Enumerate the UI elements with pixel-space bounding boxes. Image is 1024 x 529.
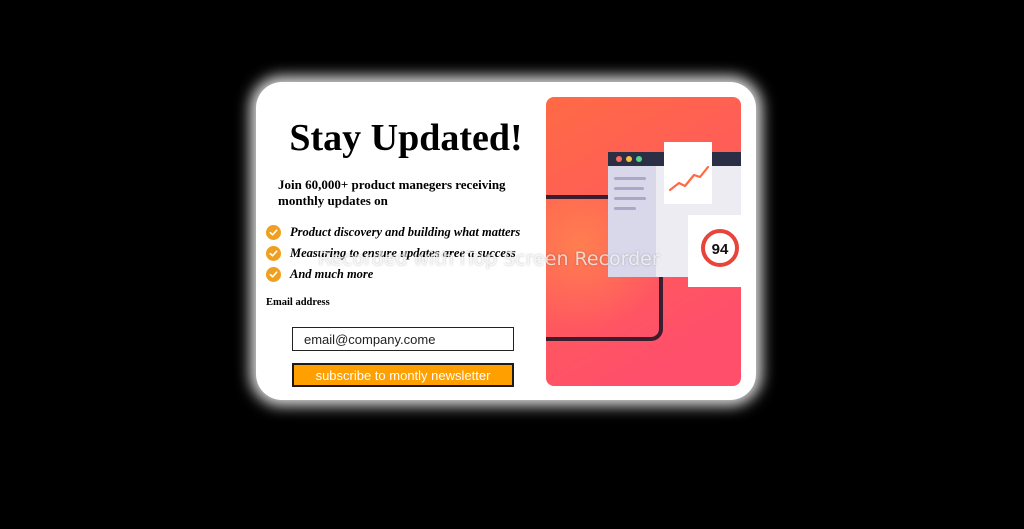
feature-text: Product discovery and building what matt… xyxy=(290,225,521,239)
feature-item: And much more xyxy=(266,264,546,285)
subscribe-button[interactable]: subscribe to montly newsletter xyxy=(292,363,514,387)
hero-illustration: 94 xyxy=(546,97,741,386)
feature-text: And much more xyxy=(290,267,374,281)
dashboard-illustration: 94 xyxy=(546,97,741,386)
email-field[interactable] xyxy=(292,327,514,351)
feature-item: Product discovery and building what matt… xyxy=(266,222,546,243)
score-value: 94 xyxy=(712,241,729,258)
check-icon xyxy=(266,267,281,282)
check-icon xyxy=(266,225,281,240)
check-icon xyxy=(266,246,281,261)
feature-text: Measuring to ensure updates aree a succe… xyxy=(290,246,516,260)
email-label: Email address xyxy=(266,297,330,308)
feature-list: Product discovery and building what matt… xyxy=(266,222,546,285)
newsletter-card: Stay Updated! Join 60,000+ product maneg… xyxy=(256,82,756,400)
newsletter-title: Stay Updated! xyxy=(289,117,523,159)
newsletter-intro: Join 60,000+ product manegers receiving … xyxy=(278,177,506,208)
feature-item: Measuring to ensure updates aree a succe… xyxy=(266,243,546,264)
